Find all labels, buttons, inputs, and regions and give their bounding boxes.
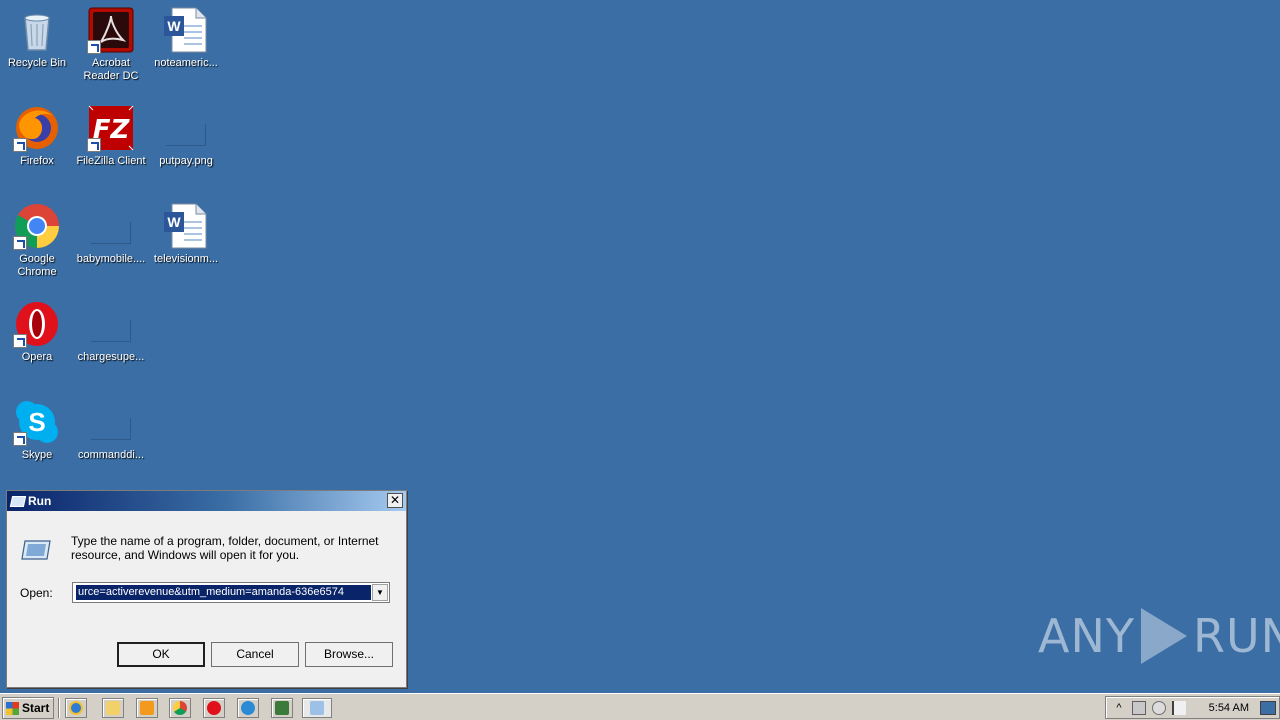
run-icon (310, 701, 324, 715)
desktop-icon-firefox[interactable]: Firefox (0, 104, 74, 168)
open-input[interactable]: urce=activerevenue&utm_medium=amanda-636… (76, 585, 371, 600)
desktop-icon-label: chargesupe... (77, 351, 145, 363)
run-description: Type the name of a program, folder, docu… (71, 534, 379, 562)
taskbar-chrome[interactable] (169, 698, 191, 718)
ie-icon (69, 701, 83, 715)
firefox-icon (13, 104, 61, 152)
shortcut-arrow-icon (13, 334, 27, 348)
plus-icon (241, 701, 255, 715)
desktop-icon-label: Skype (21, 449, 53, 461)
close-button[interactable]: ✕ (387, 493, 403, 508)
watermark-text-right: RUN (1192, 609, 1280, 663)
desktop-icon-label: putpay.png (159, 155, 213, 167)
action-center-flag-icon[interactable] (1172, 700, 1186, 715)
desktop-icon-filezilla[interactable]: FZ FileZilla Client (74, 104, 148, 168)
explorer-icon (106, 701, 120, 715)
start-button[interactable]: Start (2, 697, 54, 719)
shortcut-arrow-icon (87, 138, 101, 152)
cancel-button[interactable]: Cancel (211, 642, 299, 667)
run-title: Run (28, 494, 52, 508)
shortcut-arrow-icon (13, 236, 27, 250)
blank-file-icon (87, 398, 135, 446)
run-icon (9, 495, 27, 507)
open-combobox[interactable]: urce=activerevenue&utm_medium=amanda-636… (72, 582, 390, 603)
shortcut-arrow-icon (87, 40, 101, 54)
taskbar-opera[interactable] (203, 698, 225, 718)
run-program-icon (21, 539, 51, 561)
desktop-icon-televisionm[interactable]: W televisionm... (149, 202, 223, 266)
desktop-icon-label: Opera (21, 351, 53, 363)
opera-icon (207, 701, 221, 715)
desktop-icon-opera[interactable]: Opera (0, 300, 74, 364)
desktop-icon-chargesupe[interactable]: chargesupe... (74, 300, 148, 364)
shortcut-arrow-icon (13, 432, 27, 446)
desktop-icon-commanddi[interactable]: commanddi... (74, 398, 148, 462)
media-player-icon (140, 701, 154, 715)
blank-file-icon (162, 104, 210, 152)
system-tray: ^ 5:54 AM (1105, 696, 1280, 719)
desktop-icon-label: commanddi... (77, 449, 145, 461)
desktop-icon-noteameric[interactable]: W noteameric... (149, 6, 223, 70)
chrome-icon (173, 701, 187, 715)
desktop-icon-label: noteameric... (154, 57, 218, 69)
desktop-icon-label: Acrobat Reader DC (83, 57, 139, 82)
svg-text:W: W (167, 214, 181, 230)
blank-file-icon (87, 202, 135, 250)
recycle-bin-icon (13, 6, 61, 54)
ok-button[interactable]: OK (117, 642, 205, 667)
filezilla-icon: FZ (87, 104, 135, 152)
taskbar-explorer[interactable] (102, 698, 124, 718)
taskbar: Start ^ 5:54 AM (0, 693, 1280, 720)
desktop-icon-recycle-bin[interactable]: Recycle Bin (0, 6, 74, 70)
desktop-icon-label: televisionm... (153, 253, 219, 265)
chrome-icon (13, 202, 61, 250)
svg-text:W: W (167, 18, 181, 34)
acrobat-icon (87, 6, 135, 54)
windows-logo-icon (6, 701, 19, 715)
show-desktop-button[interactable] (1260, 701, 1276, 715)
run-dialog: Run ✕ Type the name of a program, folder… (6, 490, 407, 688)
desktop-icon-babymobile[interactable]: babymobile.... (74, 202, 148, 266)
desktop-icon-acrobat[interactable]: Acrobat Reader DC (74, 6, 148, 83)
play-icon (1140, 608, 1187, 664)
word-doc-icon: W (162, 6, 210, 54)
svg-text:S: S (28, 407, 45, 437)
desktop-icon-label: Recycle Bin (7, 57, 67, 69)
desktop-icon-putpay[interactable]: putpay.png (149, 104, 223, 168)
taskbar-task-manager[interactable] (271, 698, 293, 718)
skype-icon: S (13, 398, 61, 446)
word-doc-icon: W (162, 202, 210, 250)
open-label: Open: (20, 586, 53, 600)
desktop-icon-label: Google Chrome (17, 253, 57, 278)
opera-icon (13, 300, 61, 348)
chevron-down-icon: ▼ (376, 588, 384, 597)
run-title-bar[interactable]: Run (7, 491, 406, 511)
desktop-icon-chrome[interactable]: Google Chrome (0, 202, 74, 279)
taskbar-separator (58, 698, 60, 718)
dropdown-button[interactable]: ▼ (372, 584, 388, 601)
desktop-icon-label: FileZilla Client (76, 155, 146, 167)
clock[interactable]: 5:54 AM (1209, 702, 1249, 714)
network-icon[interactable] (1132, 700, 1146, 715)
browse-button[interactable]: Browse... (305, 642, 393, 667)
volume-icon[interactable] (1152, 700, 1166, 715)
taskbar-run-window[interactable] (302, 698, 332, 718)
taskbar-ie[interactable] (65, 698, 87, 718)
start-label: Start (22, 701, 50, 715)
task-manager-icon (275, 701, 289, 715)
taskbar-plus[interactable] (237, 698, 259, 718)
blank-file-icon (87, 300, 135, 348)
desktop-icon-label: Firefox (20, 155, 54, 167)
watermark-text-left: ANY (1038, 609, 1135, 663)
anyrun-watermark: ANY RUN (1038, 608, 1280, 664)
taskbar-media-player[interactable] (136, 698, 158, 718)
desktop-icon-label: babymobile.... (76, 253, 146, 265)
show-hidden-icons-icon[interactable]: ^ (1112, 701, 1126, 715)
close-icon: ✕ (389, 493, 401, 507)
desktop-icon-skype[interactable]: S Skype (0, 398, 74, 462)
shortcut-arrow-icon (13, 138, 27, 152)
